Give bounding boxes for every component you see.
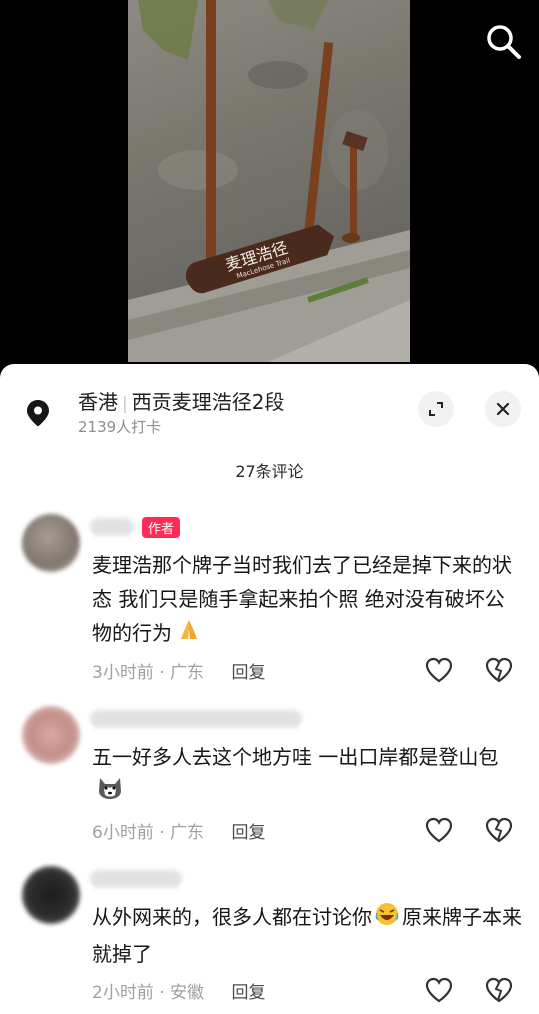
expand-icon	[429, 402, 443, 416]
broken-heart-icon	[485, 977, 513, 1003]
search-icon	[487, 25, 521, 59]
username-redacted[interactable]	[90, 870, 182, 888]
heart-icon	[425, 977, 453, 1003]
comment-region: 安徽	[170, 983, 205, 1003]
trail-sign-photo: 麦理浩径 MacLehose Trail	[128, 0, 410, 362]
comment-time: 3小时前	[92, 663, 154, 683]
comment-body: 五一好多人去这个地方哇 一出口岸都是登山包	[92, 745, 499, 769]
dislike-button[interactable]	[484, 816, 514, 844]
checkin-count: 2139人打卡	[78, 418, 162, 436]
reply-button[interactable]: 回复	[231, 983, 265, 1003]
comment-body: 麦理浩那个牌子当时我们去了已经是掉下来的状态 我们只是随手拿起来拍个照 绝对没有…	[92, 553, 512, 645]
meta-separator: ·	[159, 823, 165, 843]
comments-count: 27条评论	[235, 462, 304, 481]
comment-meta: 6小时前 · 广东 回复	[92, 818, 265, 843]
close-icon	[496, 402, 510, 416]
location-title[interactable]: 香港 | 西贡麦理浩径2段	[78, 386, 284, 415]
heart-icon	[425, 657, 453, 683]
like-button[interactable]	[424, 976, 454, 1004]
comment-item: 作者 麦理浩那个牌子当时我们去了已经是掉下来的状态 我们只是随手拿起来拍个照 绝…	[0, 514, 539, 684]
comment-time: 2小时前	[92, 983, 154, 1003]
location-divider: |	[122, 394, 128, 414]
comment-time: 6小时前	[92, 823, 154, 843]
comments-sheet: 香港 | 西贡麦理浩径2段 2139人打卡 27条评论 作者 麦理浩那个牌子当时我们…	[0, 364, 539, 1014]
comment-text: 从外网来的，很多人都在讨论你 原来牌子本来就掉了	[92, 900, 522, 971]
meta-separator: ·	[159, 663, 165, 683]
dislike-button[interactable]	[484, 656, 514, 684]
close-button[interactable]	[485, 391, 521, 427]
comment-text: 麦理浩那个牌子当时我们去了已经是掉下来的状态 我们只是随手拿起来拍个照 绝对没有…	[92, 548, 522, 653]
meta-separator: ·	[159, 983, 165, 1003]
username-redacted[interactable]	[90, 518, 134, 536]
location-pin-icon	[24, 398, 52, 428]
comment-item: 五一好多人去这个地方哇 一出口岸都是登山包 6小时前 · 广东 回复	[0, 706, 539, 846]
comment-meta: 3小时前 · 广东 回复	[92, 658, 265, 683]
username-redacted[interactable]	[90, 710, 302, 728]
reply-button[interactable]: 回复	[231, 823, 265, 843]
location-region: 香港	[78, 390, 118, 414]
location-place: 西贡麦理浩径2段	[131, 390, 285, 414]
comment-body-part1: 从外网来的，很多人都在讨论你	[92, 905, 372, 929]
search-button[interactable]	[484, 22, 524, 62]
avatar[interactable]	[22, 866, 80, 924]
author-badge: 作者	[142, 517, 181, 538]
avatar[interactable]	[22, 706, 80, 764]
expand-button[interactable]	[418, 391, 454, 427]
post-image-area: 麦理浩径 MacLehose Trail	[0, 0, 539, 380]
like-button[interactable]	[424, 656, 454, 684]
laughing-tears-emoji	[374, 901, 400, 937]
avatar[interactable]	[22, 514, 80, 572]
husky-dog-emoji	[96, 775, 124, 811]
comment-text: 五一好多人去这个地方哇 一出口岸都是登山包	[92, 740, 522, 811]
comment-meta: 2小时前 · 安徽 回复	[92, 978, 265, 1003]
heart-icon	[425, 817, 453, 843]
comment-region: 广东	[170, 663, 205, 683]
dislike-button[interactable]	[484, 976, 514, 1004]
comment-region: 广东	[170, 823, 205, 843]
praying-hands-emoji	[176, 617, 202, 653]
post-photo[interactable]: 麦理浩径 MacLehose Trail	[128, 0, 410, 362]
broken-heart-icon	[485, 817, 513, 843]
reply-button[interactable]: 回复	[231, 663, 265, 683]
comment-item: 从外网来的，很多人都在讨论你 原来牌子本来就掉了 2小时前 · 安徽 回复	[0, 866, 539, 1006]
like-button[interactable]	[424, 816, 454, 844]
broken-heart-icon	[485, 657, 513, 683]
